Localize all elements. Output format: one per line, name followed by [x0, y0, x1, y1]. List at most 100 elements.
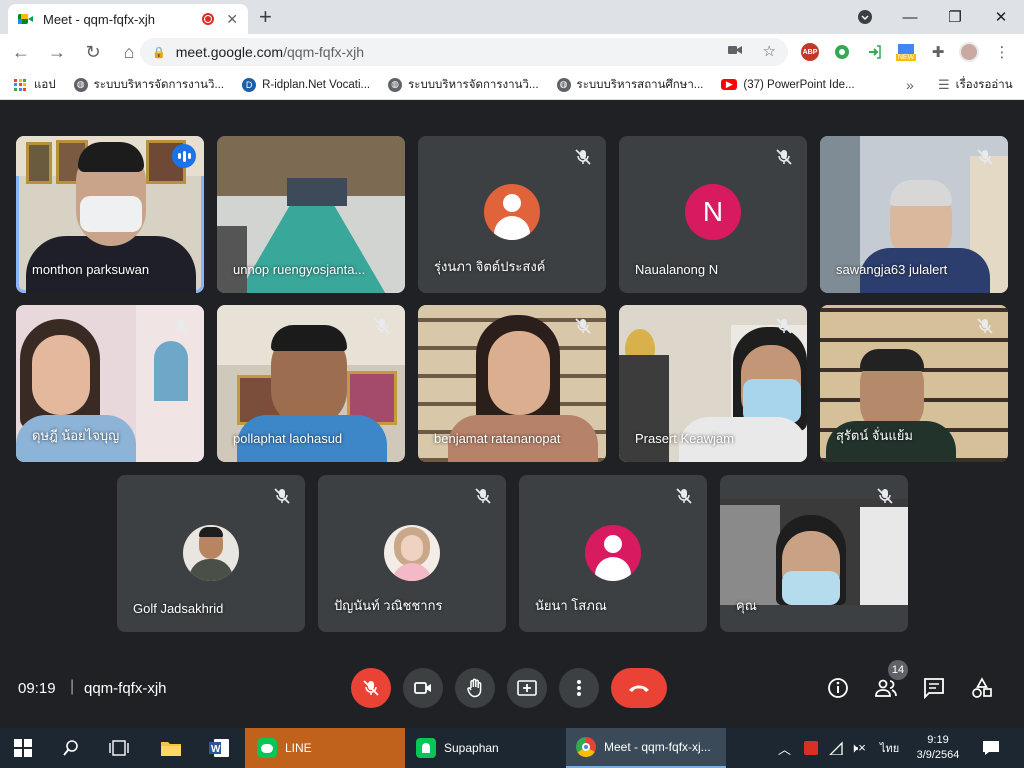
extension-login-icon[interactable] [864, 42, 884, 62]
bookmark-item-3[interactable]: ◍ ระบบบริหารจัดการงานวิ... [388, 76, 539, 94]
new-tab-icon[interactable]: + [259, 6, 272, 28]
participant-tile[interactable]: N Naualanong N [619, 136, 807, 293]
browser-menu-icon[interactable]: ⋮ [994, 42, 1010, 62]
camera-icon[interactable] [728, 43, 742, 60]
reading-list-label: เรื่องรออ่าน [955, 78, 1013, 91]
mic-off-icon [676, 488, 692, 504]
participant-tile[interactable]: pollaphat laohasud [217, 305, 405, 462]
meeting-details-button[interactable] [826, 676, 850, 700]
bookmark-label: ระบบบริหารสถานศึกษา... [576, 78, 704, 91]
default-avatar-icon [484, 184, 540, 240]
taskbar-clock[interactable]: 9:19 3/9/2564 [910, 728, 966, 768]
bookmark-label: ระบบบริหารจัดการงานวิ... [93, 78, 225, 91]
participant-name: คุณ [736, 598, 757, 613]
taskbar-time: 9:19 [927, 734, 949, 746]
reload-icon[interactable]: ↻ [78, 42, 108, 63]
lock-icon: 🔒 [152, 46, 166, 59]
back-icon[interactable]: ← [6, 42, 36, 63]
participant-tile[interactable]: Golf Jadsakhrid [117, 475, 305, 632]
participant-tile[interactable]: ปัญนันท์ วณิชชากร [318, 475, 506, 632]
bookmark-item-2[interactable]: D R-idplan.Net Vocati... [242, 77, 370, 92]
raise-hand-button[interactable] [455, 668, 495, 708]
show-hidden-icons-button[interactable]: ︿ [778, 728, 791, 768]
reading-list-button[interactable]: ☰ เรื่องรออ่าน [938, 76, 1013, 94]
address-bar[interactable]: 🔒 meet.google.com/qqm-fqfx-xjh ☆ [140, 38, 788, 66]
browser-tab-meet[interactable]: Meet - qqm-fqfx-xjh ✕ [8, 4, 248, 34]
participant-tile[interactable]: monthon parksuwan [16, 136, 204, 293]
more-vert-icon [577, 680, 581, 696]
participant-tile[interactable]: unnop ruengyosjanta... [217, 136, 405, 293]
participant-tile[interactable]: รุ่งนภา จิตต์ประสงค์ [418, 136, 606, 293]
present-now-button[interactable] [507, 668, 547, 708]
search-icon [63, 740, 78, 756]
mic-off-icon [475, 488, 491, 504]
letter-avatar: N [685, 184, 741, 240]
profile-avatar[interactable] [958, 42, 980, 62]
apps-shortcut[interactable]: แอป [14, 76, 56, 94]
hang-up-icon [629, 685, 649, 692]
taskbar-app-supaphan[interactable]: Supaphan [408, 728, 563, 768]
activities-button[interactable] [970, 676, 994, 700]
input-language[interactable]: ไทย [880, 728, 899, 768]
bookmark-item-1[interactable]: ◍ ระบบบริหารจัดการงานวิ... [73, 76, 225, 94]
leave-call-button[interactable] [611, 668, 667, 708]
participant-name: monthon parksuwan [32, 262, 150, 277]
bookmark-item-4[interactable]: ◍ ระบบบริหารสถานศึกษา... [556, 76, 704, 94]
chat-icon [924, 678, 944, 699]
chat-button[interactable] [922, 676, 946, 700]
mic-toggle-button[interactable] [351, 668, 391, 708]
participant-name: Golf Jadsakhrid [133, 601, 224, 616]
participant-name: ปัญนันท์ วณิชชากร [334, 598, 443, 613]
windows-logo-icon [14, 739, 32, 757]
participant-tile[interactable]: sawangja63 julalert [820, 136, 1008, 293]
participant-tile[interactable]: คุณ [720, 475, 908, 632]
url-host: meet.google.com [175, 44, 284, 60]
participant-name: Naualanong N [635, 262, 719, 277]
participant-tile[interactable]: ดุษฎี น้อยไจบุญ [16, 305, 204, 462]
tray-app-icon[interactable] [804, 728, 818, 768]
restore-icon[interactable]: ❐ [940, 0, 970, 34]
chrome-icon [576, 737, 596, 757]
recording-indicator-icon [202, 13, 215, 25]
more-options-button[interactable] [559, 668, 599, 708]
profile-photo-avatar [183, 525, 239, 581]
forward-icon[interactable]: → [42, 42, 72, 63]
taskbar-app-chrome[interactable]: Meet - qqm-fqfx-xj... [566, 728, 726, 768]
extensions-puzzle-icon[interactable]: ✚ [928, 42, 948, 62]
start-button[interactable] [14, 728, 36, 768]
participant-name: sawangja63 julalert [836, 262, 948, 277]
participant-tile[interactable]: benjamat ratananopat [418, 305, 606, 462]
task-view-button[interactable] [108, 728, 132, 768]
participant-tile[interactable]: นัยนา โสภณ [519, 475, 707, 632]
participant-tile[interactable]: สุรัตน์ จั่นแย้ม [820, 305, 1008, 462]
bookmarks-overflow-button[interactable]: » [906, 77, 914, 93]
participant-name: นัยนา โสภณ [535, 598, 607, 613]
tab-search-icon[interactable] [850, 0, 880, 34]
participant-name: สุรัตน์ จั่นแย้ม [836, 428, 913, 443]
mic-off-icon [575, 318, 591, 334]
participant-name: รุ่งนภา จิตต์ประสงค์ [434, 259, 546, 274]
minimize-icon[interactable]: — [895, 0, 925, 34]
adblock-icon[interactable]: ABP [800, 42, 820, 62]
camera-toggle-button[interactable] [403, 668, 443, 708]
close-window-icon[interactable]: ✕ [986, 0, 1016, 34]
volume-muted-icon[interactable]: 🕨× [850, 728, 866, 768]
participant-tile[interactable]: Prasert Keawjam [619, 305, 807, 462]
url-path: /qqm-fqfx-xjh [283, 44, 365, 60]
r-idplan-icon: D [242, 77, 257, 92]
bookmark-star-icon[interactable]: ☆ [763, 42, 776, 60]
word-button[interactable]: W [208, 728, 232, 768]
extension-shield-icon[interactable] [832, 42, 852, 62]
taskbar-app-label: LINE [285, 741, 312, 755]
search-button[interactable] [62, 728, 84, 768]
file-explorer-button[interactable] [160, 728, 184, 768]
youtube-icon: ▶ [721, 79, 738, 90]
extension-new-icon[interactable]: NEW [894, 42, 918, 62]
notifications-button[interactable] [982, 728, 1000, 768]
close-tab-icon[interactable]: ✕ [226, 11, 238, 28]
bookmark-item-5[interactable]: ▶ (37) PowerPoint Ide... [721, 79, 855, 91]
mic-off-icon [173, 318, 189, 334]
taskbar-app-line[interactable]: LINE [245, 728, 405, 768]
taskbar-app-label: Supaphan [444, 741, 499, 755]
wifi-icon[interactable] [828, 728, 844, 768]
